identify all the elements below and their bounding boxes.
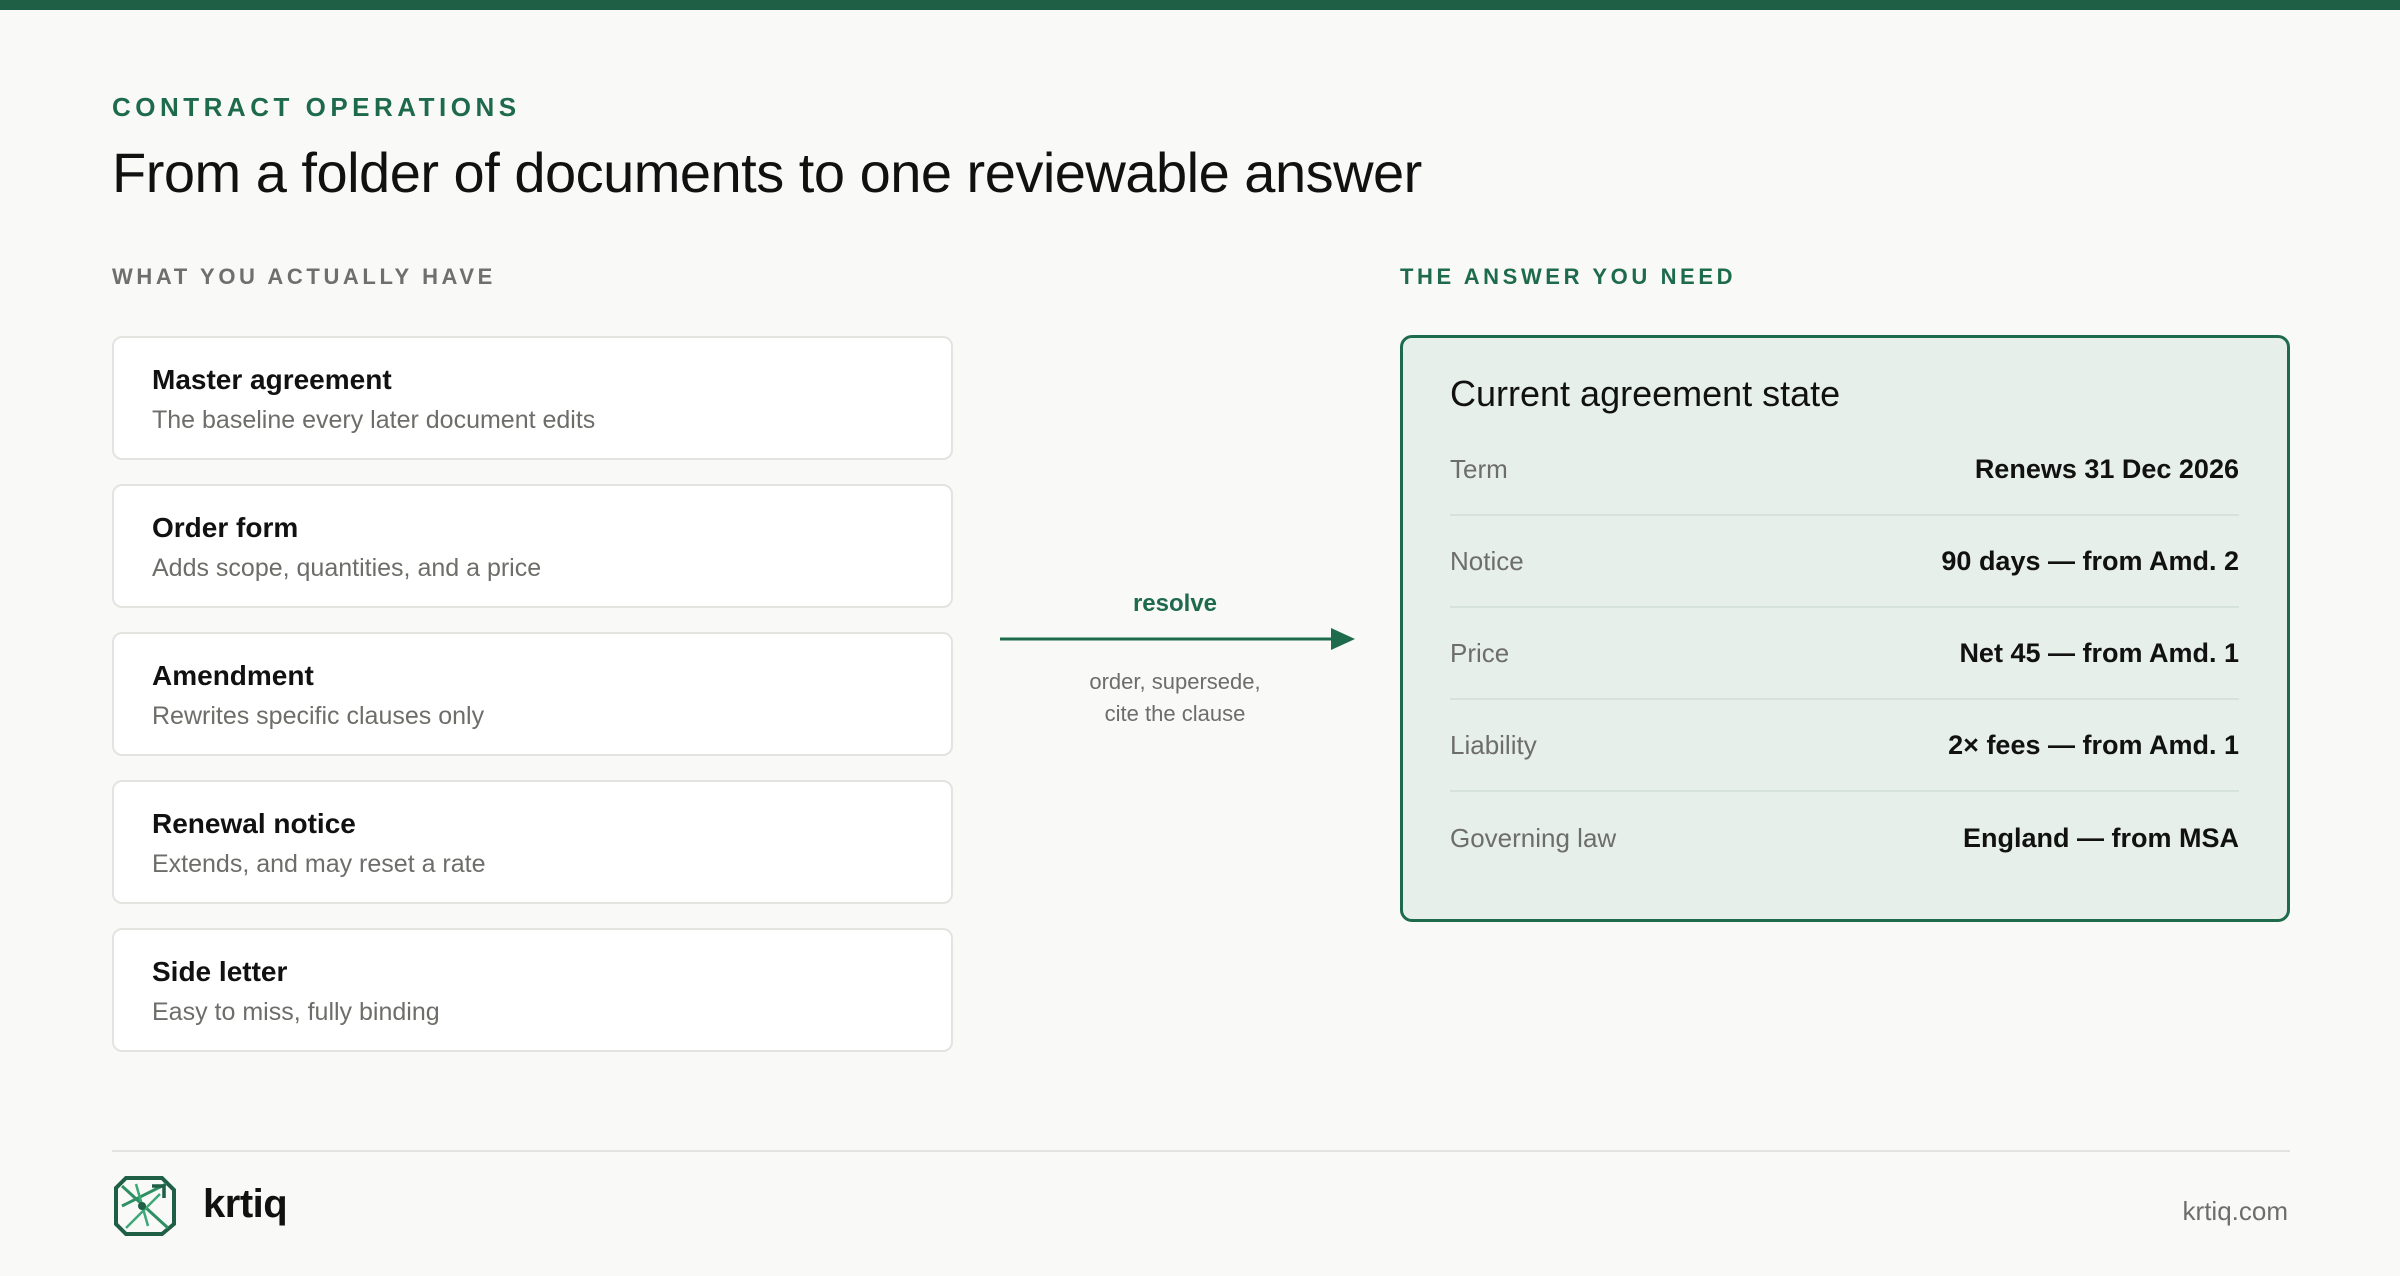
answer-row-price: Price Net 45 — from Amd. 1 (1450, 608, 2239, 700)
page-title: From a folder of documents to one review… (112, 141, 1422, 204)
resolve-flow: resolve order, supersede, cite the claus… (995, 580, 1355, 730)
document-description: Rewrites specific clauses only (152, 702, 485, 731)
document-title: Master agreement (152, 364, 392, 395)
row-label: Liability (1450, 729, 1537, 760)
brand-name: krtiq (203, 1182, 288, 1226)
document-card-side-letter: Side letter Easy to miss, fully binding (112, 928, 953, 1052)
row-label: Notice (1450, 545, 1524, 576)
document-description: Easy to miss, fully binding (152, 998, 440, 1027)
row-value: England — from MSA (1963, 822, 2239, 853)
row-label: Governing law (1450, 822, 1617, 853)
answer-row-notice: Notice 90 days — from Amd. 2 (1450, 516, 2239, 608)
document-description: Adds scope, quantities, and a price (152, 554, 542, 583)
document-card-renewal-notice: Renewal notice Extends, and may reset a … (112, 780, 953, 904)
answer-row-governing-law: Governing law England — from MSA (1450, 792, 2239, 884)
site-url[interactable]: krtiq.com (2183, 1196, 2288, 1227)
document-description: Extends, and may reset a rate (152, 850, 486, 879)
row-value: 2× fees — from Amd. 1 (1948, 729, 2239, 760)
document-card-amendment: Amendment Rewrites specific clauses only (112, 632, 953, 756)
krtiq-logo-icon (114, 1176, 176, 1236)
row-value: 90 days — from Amd. 2 (1941, 545, 2239, 576)
page-eyebrow: CONTRACT OPERATIONS (112, 92, 521, 122)
row-value: Net 45 — from Amd. 1 (1959, 637, 2239, 668)
footer-divider (112, 1150, 2290, 1152)
answer-card-title: Current agreement state (1450, 373, 1841, 414)
resolve-caption-line-1: order, supersede, (1089, 669, 1261, 694)
documents-section-label: WHAT YOU ACTUALLY HAVE (112, 264, 496, 289)
arrow-right-icon (1000, 628, 1355, 650)
document-card-master-agreement: Master agreement The baseline every late… (112, 336, 953, 460)
answer-card: Current agreement state Term Renews 31 D… (1400, 335, 2290, 922)
document-card-order-form: Order form Adds scope, quantities, and a… (112, 484, 953, 608)
document-title: Side letter (152, 956, 288, 987)
resolve-caption: order, supersede, cite the clause (995, 666, 1355, 730)
document-description: The baseline every later document edits (152, 406, 596, 435)
document-title: Order form (152, 512, 299, 543)
answer-row-term: Term Renews 31 Dec 2026 (1450, 424, 2239, 516)
answer-rows: Term Renews 31 Dec 2026 Notice 90 days —… (1450, 424, 2239, 884)
document-title: Amendment (152, 660, 314, 691)
answer-row-liability: Liability 2× fees — from Amd. 1 (1450, 700, 2239, 792)
resolve-caption-line-2: cite the clause (1104, 700, 1246, 726)
document-list: Master agreement The baseline every late… (112, 336, 953, 1076)
document-title: Renewal notice (152, 808, 356, 839)
top-accent-bar (0, 0, 2400, 10)
row-label: Term (1450, 453, 1508, 484)
resolve-label: resolve (1132, 590, 1218, 617)
row-label: Price (1450, 637, 1510, 668)
answer-section-label: THE ANSWER YOU NEED (1400, 264, 1737, 289)
row-value: Renews 31 Dec 2026 (1974, 453, 2239, 484)
